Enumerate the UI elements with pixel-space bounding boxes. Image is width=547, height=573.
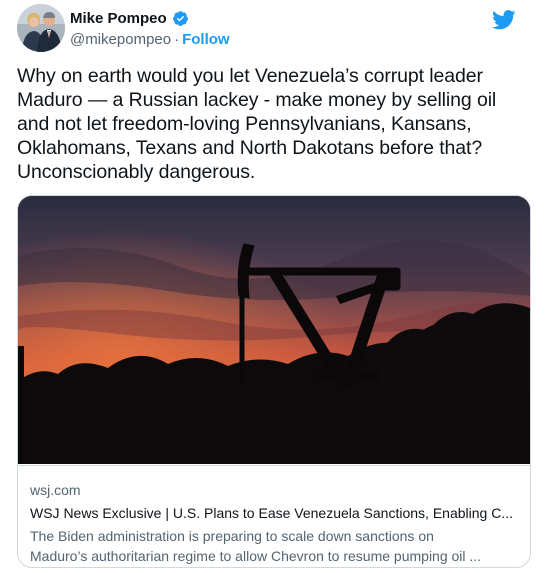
name-row: Mike Pompeo (70, 8, 189, 28)
author-handle[interactable]: @mikepompeo (70, 31, 171, 48)
tweet-card: Mike Pompeo @mikepompeo · Follow Why on … (0, 0, 547, 573)
separator-dot: · (174, 30, 180, 48)
link-domain: wsj.com (30, 482, 81, 498)
link-preview-card[interactable]: wsj.com WSJ News Exclusive | U.S. Plans … (17, 195, 531, 568)
link-description-line: Maduro’s authoritarian regime to allow C… (30, 548, 482, 564)
tweet-text-line: and not let freedom-loving Pennsylvanian… (17, 113, 472, 135)
tweet-text-line: Unconscionably dangerous. (17, 161, 256, 183)
tweet-text-line: Maduro — a Russian lackey - make money b… (17, 89, 497, 111)
link-title[interactable]: WSJ News Exclusive | U.S. Plans to Ease … (30, 505, 520, 521)
tweet-text-line: Oklahomans, Texans and North Dakotans be… (17, 137, 483, 159)
display-name[interactable]: Mike Pompeo (70, 10, 167, 27)
avatar-photo (17, 4, 65, 52)
twitter-bird-icon[interactable] (492, 10, 516, 30)
follow-button[interactable]: Follow (182, 31, 230, 48)
verified-badge-icon (172, 10, 189, 27)
avatar[interactable] (17, 4, 65, 52)
oil-pumpjack-sunset-photo (18, 196, 530, 464)
tweet-text: Why on earth would you let Venezuela’s c… (17, 64, 529, 184)
handle-row: @mikepompeo · Follow (70, 30, 230, 48)
link-preview-image[interactable] (18, 196, 530, 464)
link-description-line: The Biden administration is preparing to… (30, 528, 434, 544)
tweet-text-line: Why on earth would you let Venezuela’s c… (17, 65, 483, 87)
link-preview-meta: wsj.com WSJ News Exclusive | U.S. Plans … (18, 465, 530, 567)
tweet-header: Mike Pompeo @mikepompeo · Follow (17, 4, 531, 52)
link-description: The Biden administration is preparing to… (30, 526, 520, 566)
